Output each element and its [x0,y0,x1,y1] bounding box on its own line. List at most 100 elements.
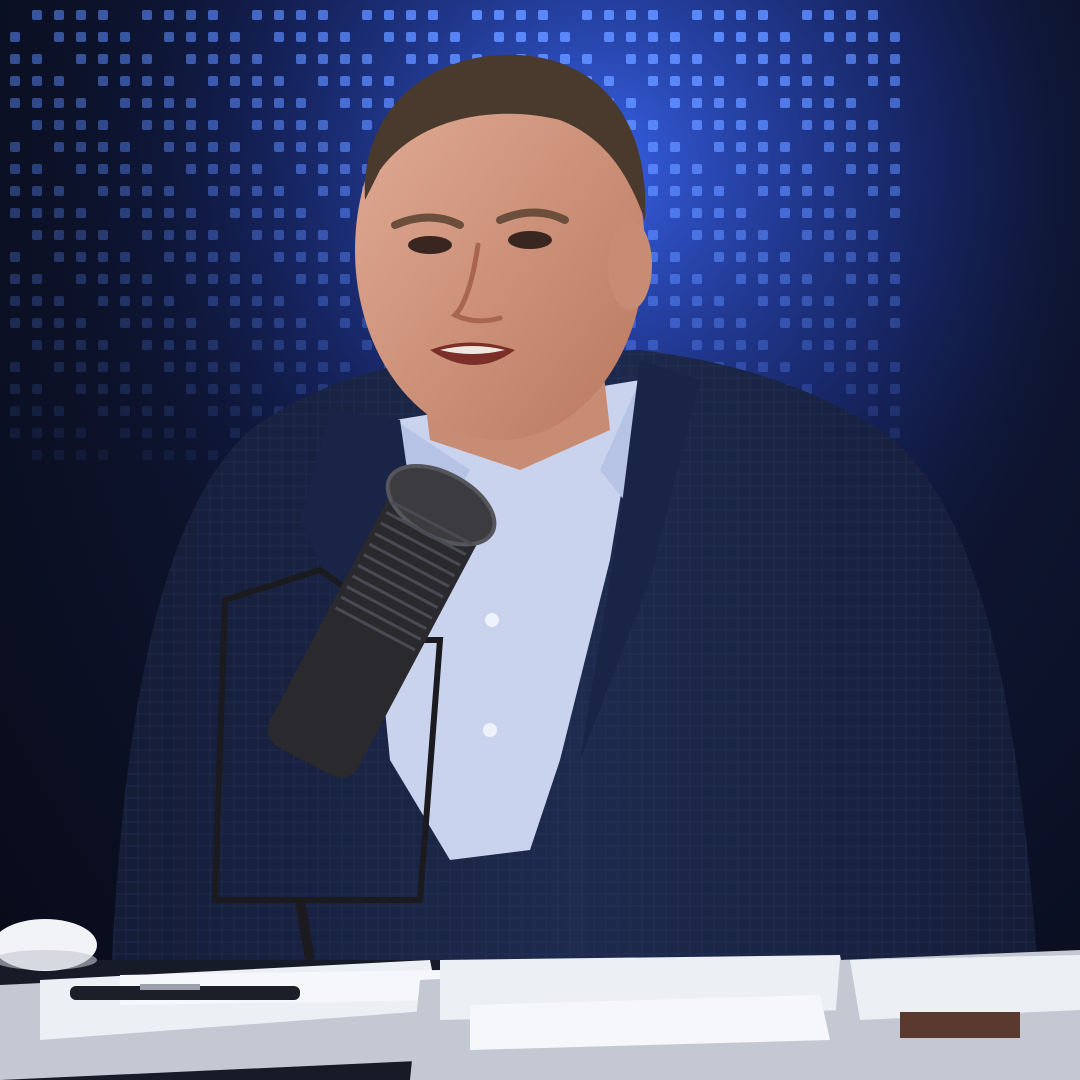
led-dot [318,54,328,64]
led-dot [318,252,328,262]
led-dot [54,10,64,20]
led-dot [384,98,394,108]
led-dot [142,340,152,350]
led-dot [846,120,856,130]
led-dot [296,10,306,20]
led-dot [736,230,746,240]
led-dot [714,32,724,42]
led-dot [736,318,746,328]
led-dot [824,252,834,262]
led-dot [252,274,262,284]
led-dot [296,340,306,350]
led-dot [780,76,790,86]
led-dot [230,428,240,438]
led-dot [692,186,702,196]
led-dot [142,428,152,438]
led-dot [582,54,592,64]
led-dot [626,98,636,108]
led-dot [648,296,658,306]
led-dot [54,186,64,196]
led-dot [890,384,900,394]
led-dot [890,406,900,416]
led-dot [164,252,174,262]
led-dot [670,98,680,108]
led-dot [538,32,548,42]
led-dot [230,296,240,306]
led-dot [758,340,768,350]
led-dot [472,10,482,20]
led-dot [406,54,416,64]
led-dot [736,32,746,42]
led-dot [758,186,768,196]
led-dot [252,186,262,196]
led-dot [98,32,108,42]
led-dot [164,32,174,42]
led-dot [10,318,20,328]
led-dot [780,252,790,262]
led-dot [648,186,658,196]
led-dot [32,296,42,306]
led-dot [98,274,108,284]
led-dot [274,230,284,240]
led-dot [296,32,306,42]
led-dot [120,252,130,262]
led-dot [32,406,42,416]
led-dot [230,164,240,174]
led-dot [648,54,658,64]
led-dot [296,54,306,64]
led-dot [318,340,328,350]
led-dot [758,296,768,306]
led-dot [164,186,174,196]
led-dot [340,142,350,152]
led-dot [230,406,240,416]
led-dot [868,384,878,394]
led-dot [32,120,42,130]
led-dot [362,120,372,130]
led-dot [758,76,768,86]
led-dot [54,296,64,306]
led-dot [868,230,878,240]
led-dot [296,274,306,284]
led-dot [98,252,108,262]
led-dot [824,208,834,218]
led-dot [802,274,812,284]
shirt-button-1 [485,613,499,627]
led-dot [186,384,196,394]
led-dot [186,164,196,174]
led-dot [32,450,42,460]
led-dot [230,208,240,218]
led-dot [604,76,614,86]
led-dot [846,32,856,42]
led-dot [120,318,130,328]
pen-icon [70,984,300,1000]
led-dot [318,76,328,86]
led-dot [340,98,350,108]
led-dot [846,54,856,64]
led-dot [582,10,592,20]
led-dot [890,252,900,262]
led-dot [648,164,658,174]
led-dot [780,208,790,218]
led-dot [670,186,680,196]
led-dot [54,98,64,108]
led-dot [846,208,856,218]
studio-scene [0,0,1080,1080]
led-dot [626,10,636,20]
led-dot [142,164,152,174]
led-dot [362,54,372,64]
led-dot [296,164,306,174]
led-dot [890,98,900,108]
led-dot [98,230,108,240]
led-dot [340,252,350,262]
led-dot [274,362,284,372]
led-dot [76,428,86,438]
led-dot [692,274,702,284]
led-dot [802,230,812,240]
led-dot [670,208,680,218]
led-dot [868,252,878,262]
led-dot [802,296,812,306]
led-dot [208,186,218,196]
led-dot [252,230,262,240]
led-dot [318,230,328,240]
led-dot [758,54,768,64]
